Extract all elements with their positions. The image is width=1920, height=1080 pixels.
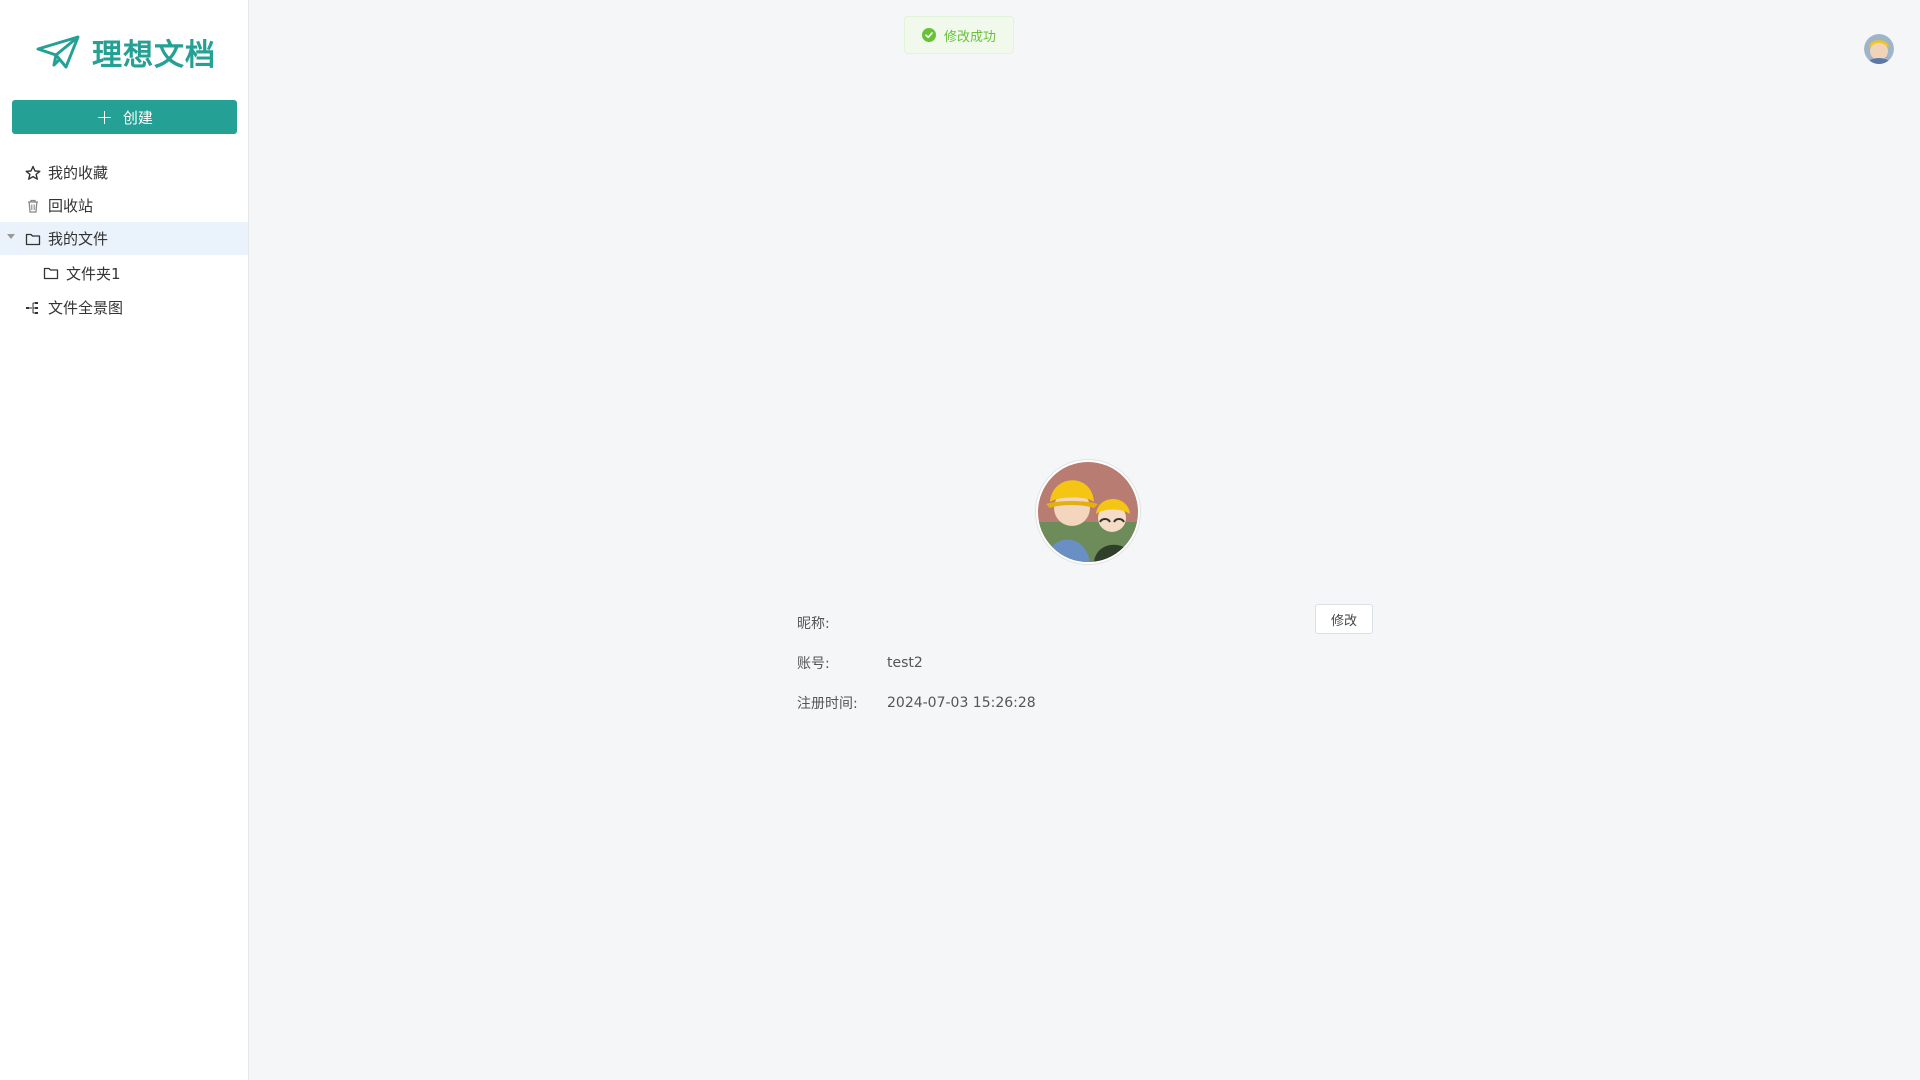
register-time-value: 2024-07-03 15:26:28 — [887, 695, 1036, 711]
nav-item-file-overview[interactable]: 文件全景图 — [0, 291, 248, 324]
folder-icon — [42, 264, 60, 282]
success-toast: 修改成功 — [904, 16, 1014, 54]
nav-item-label: 文件全景图 — [48, 299, 124, 317]
file-tree: 我的收藏 回收站 我的文件 文件夹1 文件全景图 — [0, 156, 248, 324]
account-label: 账号: — [797, 656, 830, 672]
nav-item-my-files[interactable]: 我的文件 — [0, 222, 248, 255]
register-time-label: 注册时间: — [797, 696, 858, 712]
register-time-row: 注册时间: 2024-07-03 15:26:28 — [797, 683, 1373, 723]
nav-item-label: 文件夹1 — [66, 264, 121, 283]
create-button-label: 创建 — [122, 108, 153, 127]
brand-name: 理想文档 — [92, 38, 216, 73]
trash-icon — [24, 197, 42, 215]
profile-avatar[interactable] — [1036, 460, 1140, 564]
toast-message: 修改成功 — [943, 29, 996, 45]
edit-nickname-button[interactable]: 修改 — [1315, 604, 1373, 634]
nickname-label: 昵称: — [797, 616, 830, 632]
paper-plane-icon — [36, 35, 80, 69]
folder-icon — [24, 230, 42, 248]
nav-item-recycle-bin[interactable]: 回收站 — [0, 189, 248, 222]
sidebar: 理想文档 + 创建 我的收藏 回收站 我的文件 文件夹1 文件全景图 — [0, 0, 249, 1080]
nav-item-folder1[interactable]: 文件夹1 — [0, 255, 248, 291]
nickname-row: 昵称: 修改 — [797, 603, 1373, 643]
user-avatar[interactable] — [1864, 34, 1894, 64]
app-root: 理想文档 + 创建 我的收藏 回收站 我的文件 文件夹1 文件全景图 修改成功 … — [0, 0, 1920, 1080]
tree-icon — [24, 299, 42, 317]
star-icon — [24, 164, 42, 182]
nav-item-favorites[interactable]: 我的收藏 — [0, 156, 248, 189]
expand-caret-icon[interactable] — [7, 234, 15, 239]
create-button[interactable]: + 创建 — [12, 100, 237, 134]
nav-item-label: 我的文件 — [48, 230, 109, 248]
plus-icon: + — [96, 105, 113, 129]
profile-info: 昵称: 修改 账号: test2 注册时间: 2024-07-03 15:26:… — [797, 603, 1373, 723]
check-circle-icon — [921, 28, 936, 42]
nav-item-label: 我的收藏 — [48, 164, 109, 182]
account-row: 账号: test2 — [797, 643, 1373, 683]
logo[interactable]: 理想文档 — [36, 30, 216, 74]
nav-item-label: 回收站 — [48, 197, 94, 215]
account-value: test2 — [887, 655, 923, 671]
